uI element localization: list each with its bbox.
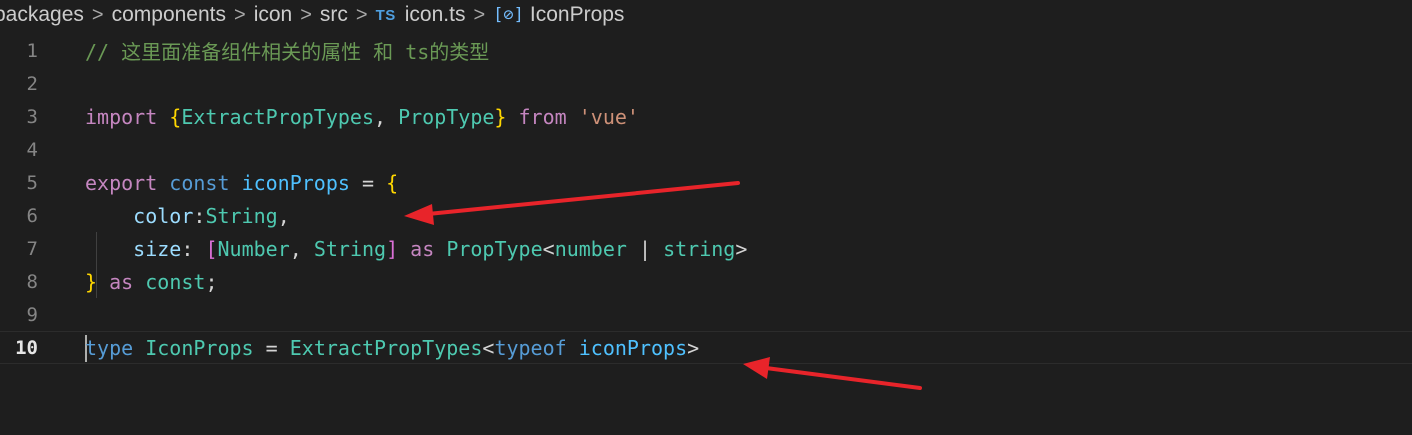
annotation-arrow-2 xyxy=(743,357,922,390)
annotation-arrows xyxy=(404,181,922,390)
annotation-arrow-1 xyxy=(404,181,740,225)
